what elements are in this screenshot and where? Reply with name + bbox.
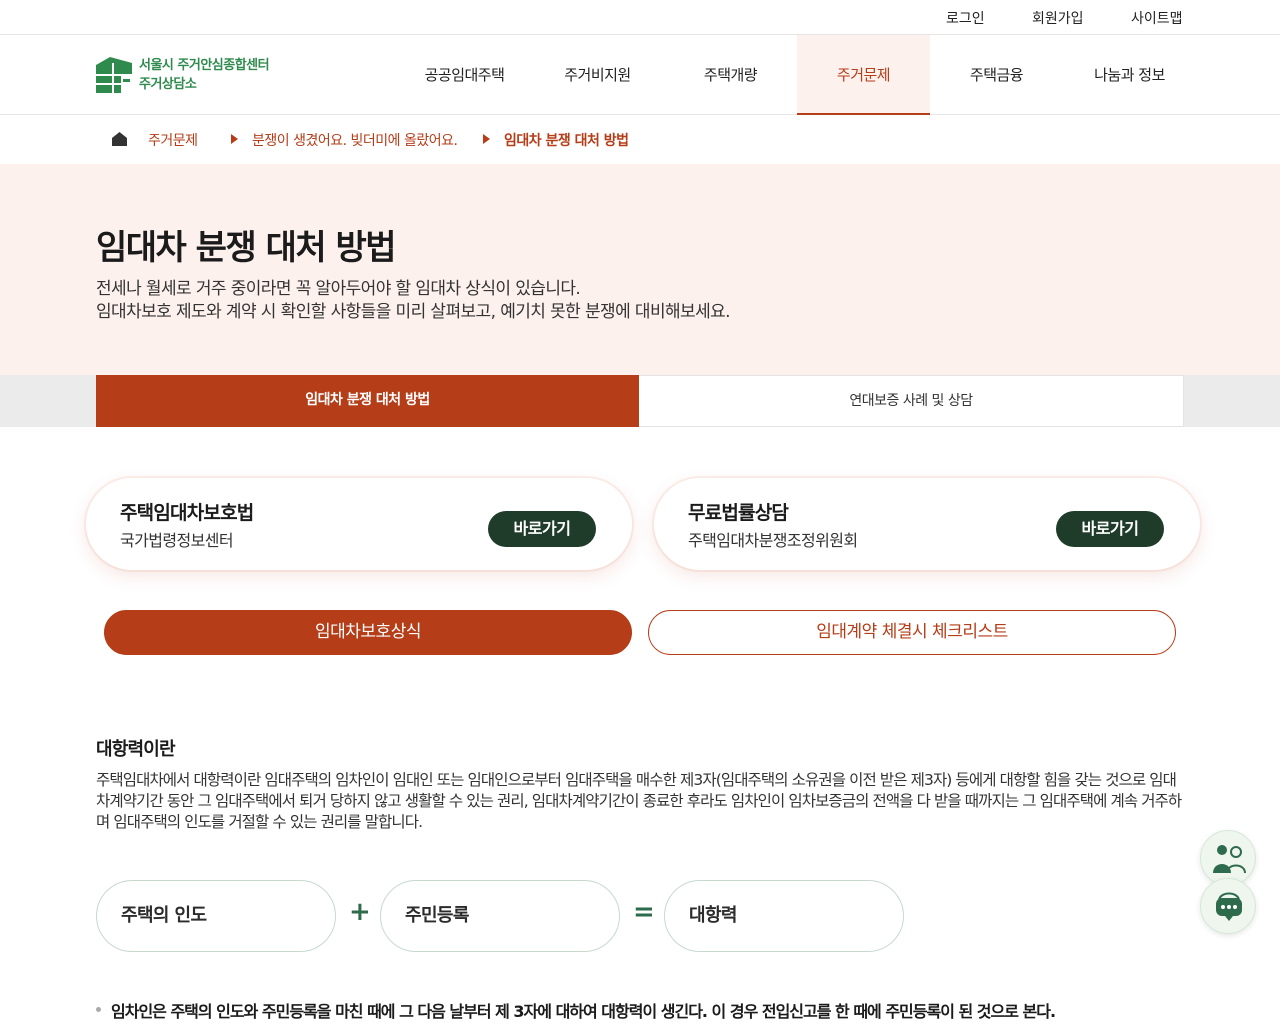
plus-icon: + bbox=[349, 897, 371, 927]
chatbot-float-button[interactable] bbox=[1200, 878, 1256, 934]
chatbot-icon bbox=[1216, 892, 1242, 921]
section-body: 주택임대차에서 대항력이란 임대주택의 임차인이 임대인 또는 임대인으로부터 … bbox=[96, 771, 1182, 831]
page-hero: 임대차 분쟁 대처 방법 전세나 월세로 거주 중이라면 꼭 알아두어야 할 임… bbox=[0, 164, 1280, 375]
utility-bar: 로그인 회원가입 사이트맵 bbox=[0, 0, 1280, 35]
breadcrumb-item-1[interactable]: 주거문제 bbox=[148, 130, 198, 150]
breadcrumb-arrow-icon bbox=[231, 134, 238, 144]
home-icon[interactable] bbox=[112, 132, 127, 150]
page-desc-line1: 전세나 월세로 거주 중이라면 꼭 알아두어야 할 임대차 상식이 있습니다. bbox=[96, 279, 581, 299]
page-title: 임대차 분쟁 대처 방법 bbox=[96, 228, 397, 268]
breadcrumb: 주거문제 분쟁이 생겼어요. 빚더미에 올랐어요. 임대차 분쟁 대처 방법 bbox=[0, 115, 1280, 164]
site-logo[interactable]: 서울시 주거안심종합센터 주거상담소 bbox=[96, 56, 270, 94]
signup-link[interactable]: 회원가입 bbox=[1032, 8, 1084, 28]
breadcrumb-item-2[interactable]: 분쟁이 생겼어요. 빚더미에 올랐어요. bbox=[252, 130, 458, 150]
nav-public-rental[interactable]: 공공임대주택 bbox=[398, 35, 531, 115]
nav-housing-cost-support[interactable]: 주거비지원 bbox=[531, 35, 664, 115]
content-tabs: 임대차 분쟁 대처 방법 연대보증 사례 및 상담 bbox=[0, 375, 1280, 427]
lease-protection-tips-button[interactable]: 임대차보호상식 bbox=[104, 610, 632, 655]
logo-line2: 주거상담소 bbox=[139, 77, 197, 92]
bullet-icon bbox=[96, 1007, 101, 1012]
link-card-free-legal-consult: 무료법률상담 주택임대차분쟁조정위원회 바로가기 bbox=[654, 478, 1200, 570]
nav-house-improvement[interactable]: 주택개량 bbox=[664, 35, 797, 115]
page-desc-line2: 임대차보호 제도와 계약 시 확인할 사항들을 미리 살펴보고, 예기치 못한 … bbox=[96, 302, 731, 322]
go-button[interactable]: 바로가기 bbox=[488, 511, 596, 547]
sitemap-link[interactable]: 사이트맵 bbox=[1131, 8, 1183, 28]
formula-item-result: 대항력 bbox=[664, 880, 904, 952]
main-nav: 공공임대주택 주거비지원 주택개량 주거문제 주택금융 나눔과 정보 bbox=[398, 35, 1196, 115]
card-title: 무료법률상담 bbox=[688, 502, 789, 524]
lease-checklist-button[interactable]: 임대계약 체결시 체크리스트 bbox=[648, 610, 1176, 655]
go-button[interactable]: 바로가기 bbox=[1056, 511, 1164, 547]
card-subtitle: 주택임대차분쟁조정위원회 bbox=[688, 531, 858, 550]
link-card-housing-lease-act: 주택임대차보호법 국가법령정보센터 바로가기 bbox=[86, 478, 632, 570]
breadcrumb-arrow-icon bbox=[483, 134, 490, 144]
login-link[interactable]: 로그인 bbox=[946, 8, 985, 28]
site-header: 서울시 주거안심종합센터 주거상담소 공공임대주택 주거비지원 주택개량 주거문… bbox=[0, 35, 1280, 115]
formula-item-registration: 주민등록 bbox=[380, 880, 620, 952]
section-note: 임차인은 주택의 인도와 주민등록을 마친 때에 그 다음 날부터 제 3자에 … bbox=[96, 998, 1056, 1022]
equals-icon: = bbox=[633, 897, 655, 927]
people-icon bbox=[1213, 845, 1246, 874]
formula-item-delivery: 주택의 인도 bbox=[96, 880, 336, 952]
tab-dispute-handling[interactable]: 임대차 분쟁 대처 방법 bbox=[96, 375, 639, 427]
house-logo-icon bbox=[96, 57, 132, 93]
section-title: 대항력이란 bbox=[96, 739, 176, 760]
nav-housing-finance[interactable]: 주택금융 bbox=[930, 35, 1063, 115]
nav-housing-problems[interactable]: 주거문제 bbox=[797, 35, 930, 115]
tab-joint-guarantee[interactable]: 연대보증 사례 및 상담 bbox=[639, 375, 1184, 427]
note-text: 임차인은 주택의 인도와 주민등록을 마친 때에 그 다음 날부터 제 3자에 … bbox=[111, 1002, 1056, 1021]
breadcrumb-item-current: 임대차 분쟁 대처 방법 bbox=[504, 133, 629, 149]
nav-sharing-info[interactable]: 나눔과 정보 bbox=[1063, 35, 1196, 115]
logo-line1: 서울시 주거안심종합센터 bbox=[139, 58, 270, 73]
card-subtitle: 국가법령정보센터 bbox=[120, 531, 234, 550]
card-title: 주택임대차보호법 bbox=[120, 502, 254, 524]
